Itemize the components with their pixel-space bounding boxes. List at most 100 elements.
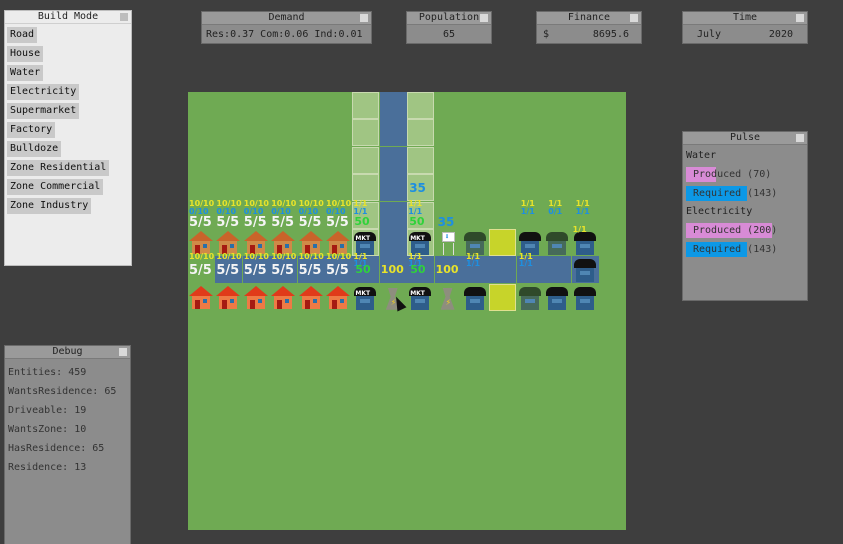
residential-zone-tile[interactable] [407,119,435,147]
build-item-zone-industry[interactable]: Zone Industry [7,198,92,214]
water-produced-text: Produced (70) [693,169,772,180]
residential-zone-tile[interactable] [407,92,435,119]
house-roof [216,285,241,296]
market-capacity-label: 50 [355,263,371,277]
build-item-supermarket[interactable]: Supermarket [7,103,80,119]
finance-title: Finance [567,12,611,23]
build-item-zone-commercial[interactable]: Zone Commercial [7,179,104,195]
house-win [312,244,317,248]
house-roof [271,285,296,296]
utility-zone-tile[interactable] [489,283,517,311]
occupancy-label: 5/5 [326,263,349,279]
market-sign: MKT [410,235,425,242]
city-map[interactable]: 10/10 0/10 5/5 10/10 5/5 10/10 0/10 5/5 10/10 5/5… [188,92,626,530]
shop-roof [518,286,541,296]
build-mode-title: Build Mode [37,11,99,22]
house-win [257,298,262,303]
shop-wall [575,241,594,255]
demand-titlebar[interactable]: Demand [202,12,371,25]
road-tile[interactable] [489,256,517,284]
commercial-building-icon[interactable] [544,229,571,256]
residential-zone-tile[interactable] [352,174,380,202]
residential-zone-tile[interactable] [352,92,380,119]
house-icon[interactable] [298,284,325,311]
water-pump-icon[interactable]: ⬇ [435,229,462,256]
house-win [340,244,344,248]
road-tile[interactable] [379,174,407,202]
road-tile[interactable] [379,119,407,147]
house-roof [326,285,350,296]
house-icon[interactable] [215,284,242,311]
house-door [195,299,200,309]
road-tile[interactable] [379,92,407,119]
residential-zone-tile[interactable] [352,119,380,147]
electricity-required-bar: Required (143) [684,241,806,258]
utility-zone-tile[interactable] [489,229,517,256]
market-sign: MKT [355,235,371,242]
occupancy-label: 5/5 [271,214,295,230]
population-title: Population [418,12,480,23]
build-mode-titlebar[interactable]: Build Mode [5,11,131,24]
house-win [340,298,344,303]
supermarket-icon[interactable]: MKT [352,284,379,311]
commercial-building-icon[interactable] [572,256,599,283]
panel-collapse-button[interactable] [630,14,638,22]
occupancy-label: 5/5 [271,263,295,279]
house-icon[interactable] [188,284,215,311]
panel-collapse-button[interactable] [360,14,368,22]
debug-wants-zone: WantsZone: 10 [8,424,87,435]
build-item-house[interactable]: House [7,46,44,62]
finance-titlebar[interactable]: Finance [537,12,641,25]
supermarket-icon[interactable]: MKT [407,284,434,311]
demand-panel: Demand Res:0.37 Com:0.06 Ind:0.01 [201,11,372,44]
shop-roof [518,232,541,241]
road-tile[interactable] [544,256,572,284]
house-roof [189,231,213,241]
house-win [230,244,235,248]
time-titlebar[interactable]: Time [683,12,807,25]
panel-collapse-button[interactable] [480,14,488,22]
commercial-building-icon[interactable] [462,284,489,311]
road-tile[interactable] [379,146,407,174]
commercial-building-icon[interactable] [544,284,571,311]
water-drop-icon: ⬇ [444,232,450,241]
pump-output-label: 35 [437,214,455,229]
shop-roof [573,259,596,269]
commercial-building-icon[interactable] [517,284,544,311]
build-item-electricity[interactable]: Electricity [7,84,80,100]
build-item-bulldoze[interactable]: Bulldoze [7,141,62,157]
lightning-bolt-icon: ⚡ [445,297,452,308]
shop-wall [548,241,567,255]
electricity-produced-text: Produced (200) [693,225,778,236]
road-tile[interactable] [379,201,407,229]
build-item-water[interactable]: Water [7,65,44,81]
panel-collapse-button[interactable] [796,14,804,22]
power-capacity-label: 1/1 [466,259,481,269]
debug-driveable: Driveable: 19 [8,405,87,416]
commercial-building-icon[interactable] [572,284,599,311]
house-icon[interactable] [243,284,270,311]
panel-collapse-button[interactable] [119,348,127,356]
house-roof [189,285,213,296]
house-win [230,298,235,303]
power-plant-icon[interactable]: ⚡ [435,284,462,311]
road-tile[interactable] [379,229,407,256]
residential-zone-tile[interactable] [352,146,380,174]
panel-collapse-button[interactable] [120,13,128,21]
pulse-title: Pulse [729,132,761,143]
finance-panel: Finance $ 8695.6 [536,11,642,44]
panel-collapse-button[interactable] [796,134,804,142]
build-item-zone-residential[interactable]: Zone Residential [7,160,110,176]
debug-titlebar[interactable]: Debug [5,346,130,359]
house-win [203,298,207,303]
build-item-road[interactable]: Road [7,27,38,43]
occupancy-label: 5/5 [298,263,322,279]
build-item-factory[interactable]: Factory [7,122,56,138]
house-icon[interactable] [270,284,297,311]
house-roof [243,285,268,296]
population-titlebar[interactable]: Population [407,12,491,25]
house-roof [216,231,241,241]
pulse-titlebar[interactable]: Pulse [683,132,807,145]
residential-zone-tile[interactable] [407,146,435,174]
house-icon[interactable] [325,284,352,311]
